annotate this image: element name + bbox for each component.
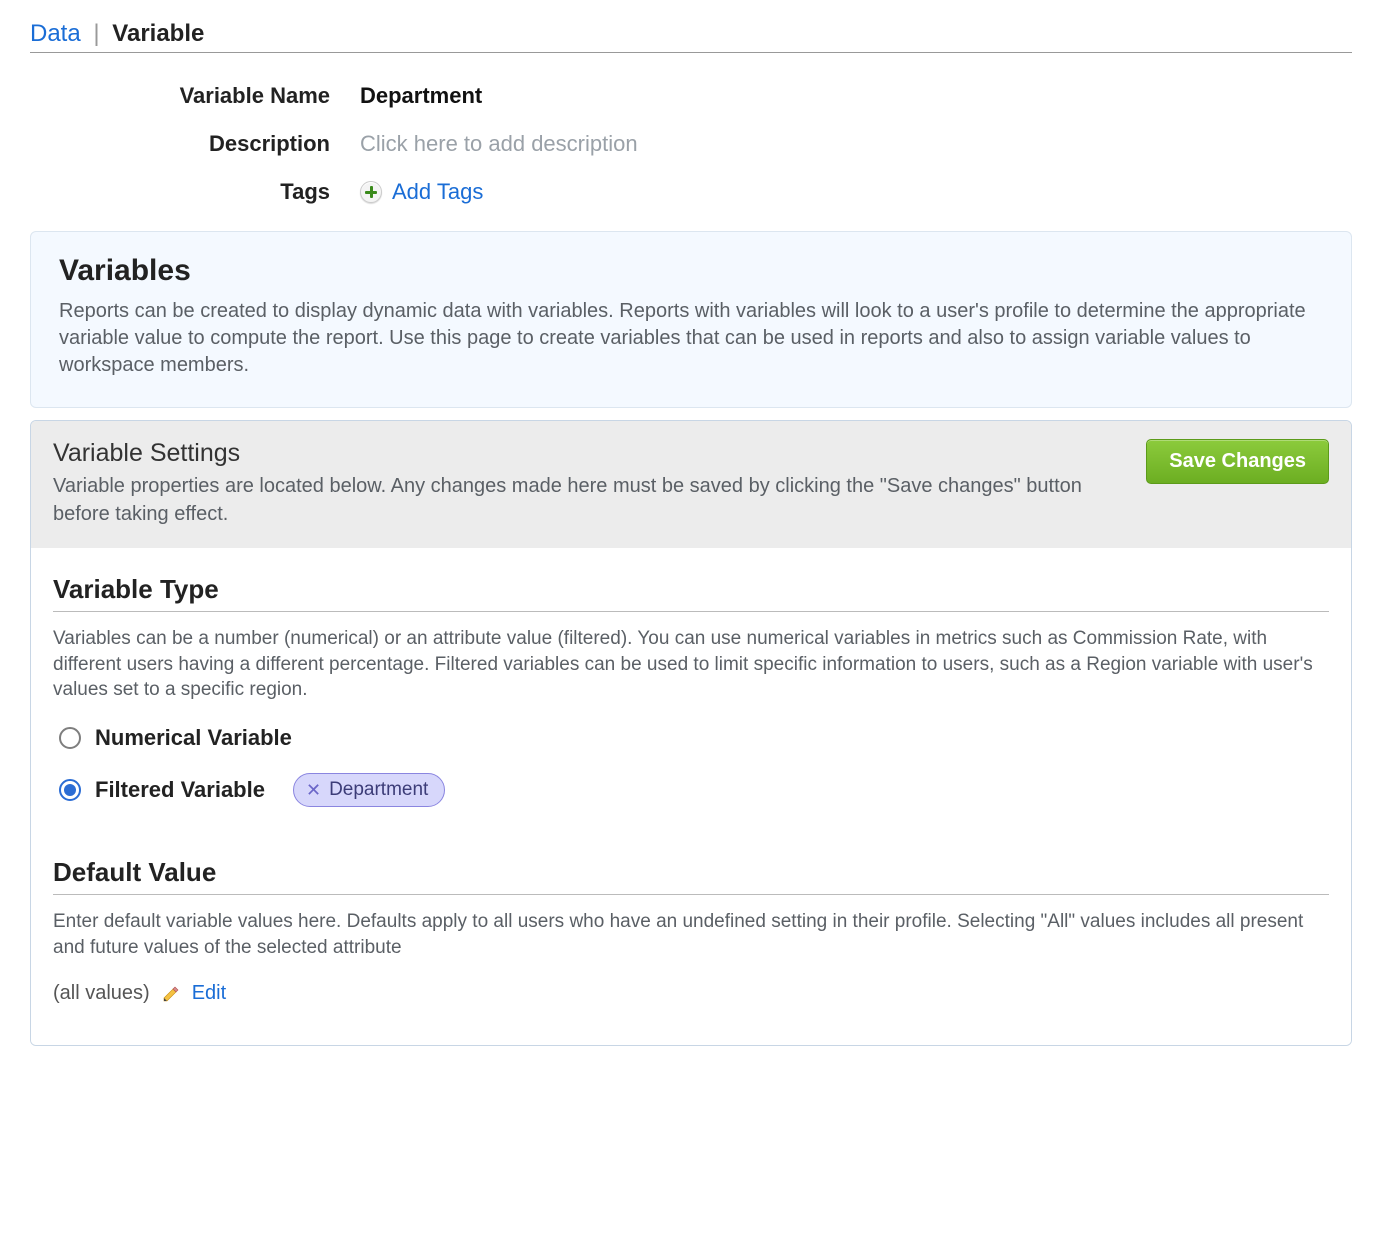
radio-numerical[interactable]	[59, 727, 81, 749]
info-body: Reports can be created to display dynami…	[59, 298, 1323, 379]
default-value-description: Enter default variable values here. Defa…	[53, 909, 1329, 960]
description-input[interactable]: Click here to add description	[360, 131, 1352, 157]
variable-settings-page: Data | Variable Variable Name Department…	[0, 0, 1382, 1078]
default-value-row: (all values) Edit	[53, 982, 1329, 1005]
radio-numerical-row[interactable]: Numerical Variable	[59, 725, 1329, 751]
breadcrumb: Data | Variable	[30, 20, 1352, 48]
info-title: Variables	[59, 254, 1323, 288]
default-value-title: Default Value	[53, 857, 1329, 888]
tags-label: Tags	[30, 179, 360, 205]
variable-type-description: Variables can be a number (numerical) or…	[53, 626, 1329, 703]
settings-body: Variable Type Variables can be a number …	[31, 548, 1351, 1045]
save-changes-button[interactable]: Save Changes	[1146, 439, 1329, 484]
breadcrumb-separator: |	[93, 20, 99, 47]
variable-settings-panel: Variable Settings Variable properties ar…	[30, 420, 1352, 1046]
default-value-display: (all values)	[53, 982, 150, 1005]
variable-name-value[interactable]: Department	[360, 83, 1352, 109]
settings-title: Variable Settings	[53, 439, 1126, 468]
variables-info-panel: Variables Reports can be created to disp…	[30, 231, 1352, 408]
variable-name-label: Variable Name	[30, 83, 360, 109]
default-value-divider	[53, 894, 1329, 895]
breadcrumb-current: Variable	[112, 20, 204, 47]
add-tags-link[interactable]: Add Tags	[392, 179, 483, 205]
radio-filtered-row[interactable]: Filtered Variable ✕ Department	[59, 773, 1329, 807]
radio-filtered[interactable]	[59, 779, 81, 801]
description-label: Description	[30, 131, 360, 157]
plus-icon	[365, 186, 377, 198]
variable-meta: Variable Name Department Description Cli…	[30, 83, 1352, 205]
variable-type-title: Variable Type	[53, 574, 1329, 605]
variable-type-divider	[53, 611, 1329, 612]
breadcrumb-divider	[30, 52, 1352, 53]
remove-filter-icon[interactable]: ✕	[306, 781, 321, 799]
settings-description: Variable properties are located below. A…	[53, 472, 1126, 528]
pencil-icon	[162, 985, 180, 1003]
edit-default-link[interactable]: Edit	[192, 982, 226, 1005]
radio-filtered-label: Filtered Variable	[95, 777, 265, 803]
add-tag-icon[interactable]	[360, 181, 382, 203]
radio-numerical-label: Numerical Variable	[95, 725, 292, 751]
filter-attribute-name: Department	[329, 779, 428, 801]
settings-header: Variable Settings Variable properties ar…	[31, 421, 1351, 548]
breadcrumb-root-link[interactable]: Data	[30, 20, 81, 47]
filter-attribute-pill[interactable]: ✕ Department	[293, 773, 445, 807]
